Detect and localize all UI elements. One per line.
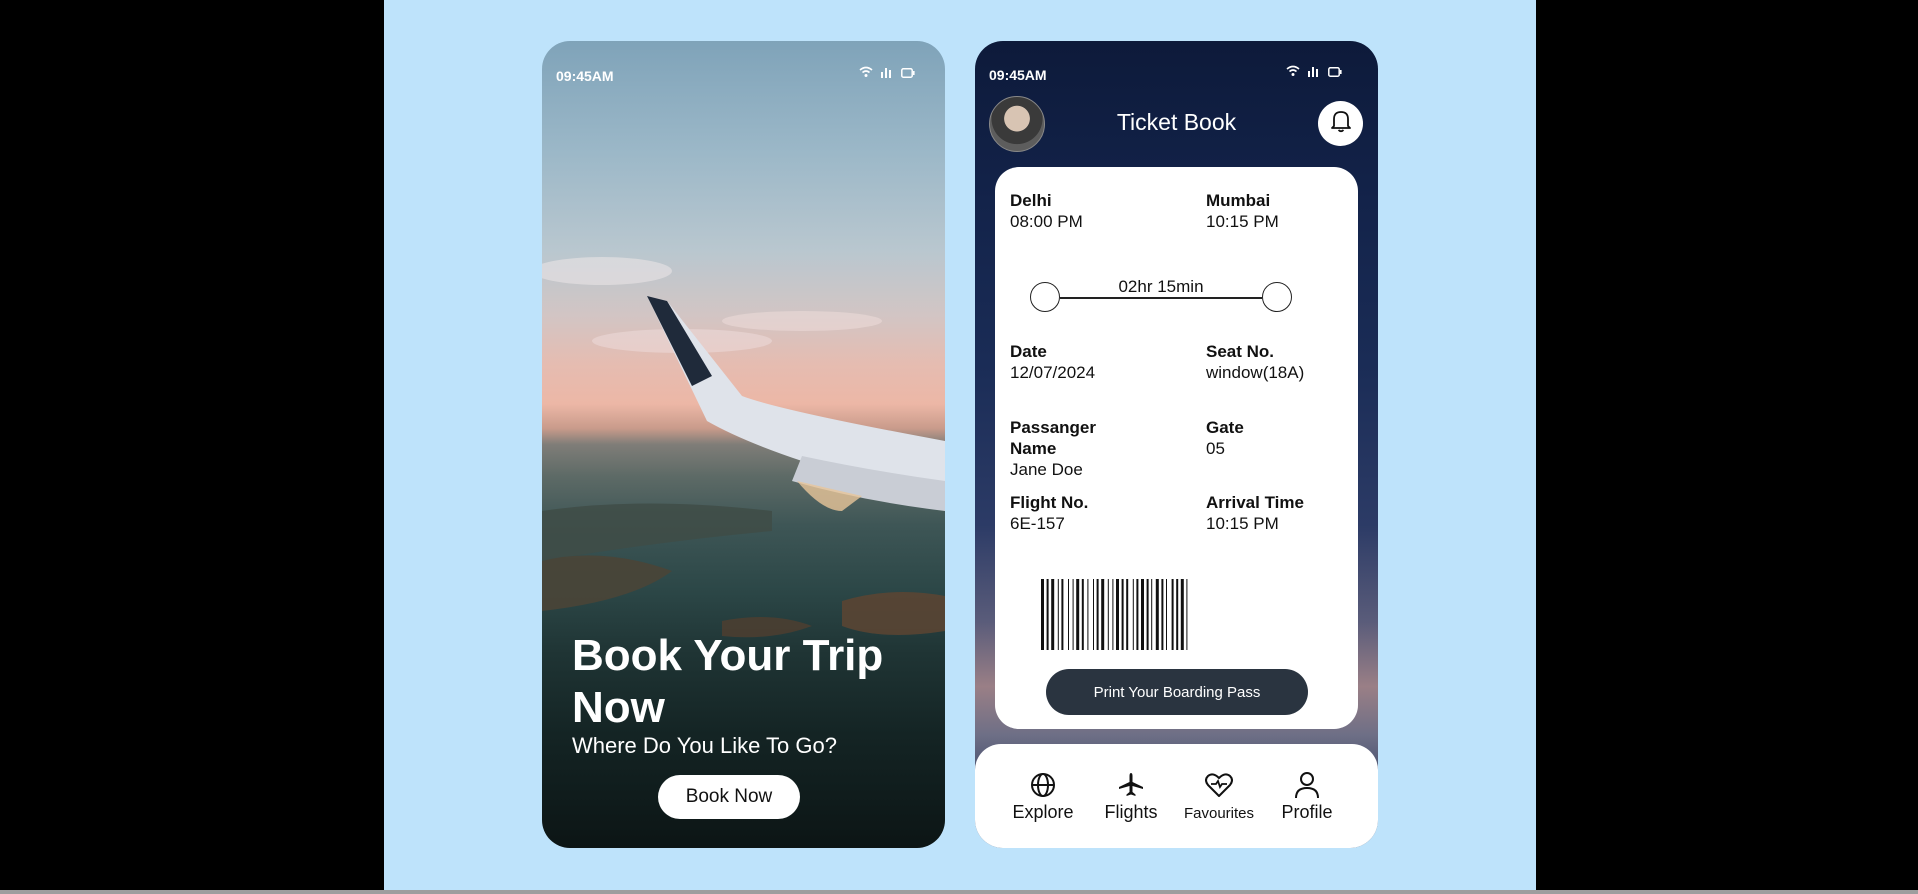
nav-explore-label: Explore: [1012, 802, 1074, 822]
barcode-bar: [1132, 579, 1134, 650]
user-icon: [1292, 770, 1322, 800]
seat-value: window(18A): [1206, 363, 1305, 382]
barcode-bar: [1081, 579, 1084, 650]
barcode-bar: [1121, 579, 1124, 650]
gate-label: Gate: [1206, 418, 1244, 437]
barcode-bar: [1155, 579, 1159, 650]
date-field: Date 12/07/2024: [1010, 341, 1095, 383]
gate-field: Gate 05: [1206, 417, 1244, 459]
hero-subtitle: Where Do You Like To Go?: [572, 733, 837, 758]
nav-profile[interactable]: Profile: [1267, 770, 1347, 823]
arrival-label: Arrival Time: [1206, 493, 1304, 512]
barcode-bar: [1176, 579, 1179, 650]
barcode-bar: [1126, 579, 1129, 650]
barcode-bar: [1186, 579, 1188, 650]
route-line: 02hr 15min: [1030, 277, 1292, 316]
gate-value: 05: [1206, 439, 1225, 458]
destination-time: 10:15 PM: [1206, 212, 1279, 231]
barcode-bar: [1096, 579, 1099, 650]
barcode-bar: [1072, 579, 1074, 650]
arrival-field: Arrival Time 10:15 PM: [1206, 492, 1304, 534]
date-value: 12/07/2024: [1010, 363, 1096, 382]
barcode-bar: [1141, 579, 1144, 650]
nav-explore[interactable]: Explore: [1003, 770, 1083, 823]
nav-flights-label: Flights: [1104, 802, 1158, 822]
flight-no-field: Flight No. 6E-157: [1010, 492, 1088, 534]
seat-label: Seat No.: [1206, 342, 1275, 361]
barcode-bar: [1051, 579, 1055, 650]
barcode-bar: [1161, 579, 1164, 650]
taskbar-edge: [0, 890, 1918, 894]
barcode-bar: [1107, 579, 1109, 650]
battery-icon: [1328, 64, 1342, 80]
battery-icon: [901, 65, 915, 81]
passenger-field: Passanger Name Jane Doe: [1010, 417, 1130, 480]
signal-icon: [881, 65, 893, 81]
barcode-bar: [1057, 579, 1059, 650]
seat-field: Seat No. window(18A): [1206, 341, 1304, 383]
barcode-bar: [1166, 579, 1167, 650]
origin-city: Delhi: [1010, 191, 1052, 210]
barcode-bar: [1087, 579, 1089, 650]
barcode-bar: [1136, 579, 1139, 650]
destination-city: Mumbai: [1206, 191, 1271, 210]
route-connector: [1060, 297, 1262, 299]
bottom-nav: Explore Flights Favourites Profile: [975, 744, 1378, 848]
barcode-bar: [1046, 579, 1049, 650]
passenger-label: Passanger Name: [1010, 418, 1096, 458]
arrival-value: 10:15 PM: [1206, 514, 1279, 533]
status-time: 09:45AM: [989, 67, 1047, 83]
barcode-bar: [1171, 579, 1174, 650]
barcode-bar: [1116, 579, 1119, 650]
barcode-bar: [1151, 579, 1153, 650]
barcode-bar: [1180, 579, 1184, 650]
notifications-button[interactable]: [1318, 101, 1363, 146]
wifi-icon: [1286, 64, 1300, 80]
barcode-bar: [1061, 579, 1064, 650]
flight-duration: 02hr 15min: [1118, 277, 1204, 296]
book-now-button[interactable]: Book Now: [658, 775, 800, 819]
status-bar: 09:45AM: [542, 41, 945, 101]
status-time: 09:45AM: [556, 68, 614, 84]
origin-field: Delhi 08:00 PM: [1010, 190, 1083, 232]
barcode-bar: [1041, 579, 1044, 650]
destination-field: Mumbai 10:15 PM: [1206, 190, 1279, 232]
barcode-bar: [1093, 579, 1094, 650]
wifi-icon: [859, 65, 873, 81]
nav-flights[interactable]: Flights: [1091, 770, 1171, 823]
globe-icon: [1028, 770, 1058, 800]
bell-icon: [1330, 109, 1352, 138]
barcode-bar: [1112, 579, 1114, 650]
status-bar: 09:45AM: [975, 41, 1378, 101]
barcode: [1041, 579, 1188, 650]
barcode-bar: [1076, 579, 1080, 650]
heart-icon: [1204, 770, 1234, 800]
barcode-bar: [1068, 579, 1069, 650]
signal-icon: [1308, 64, 1320, 80]
print-boarding-pass-button[interactable]: Print Your Boarding Pass: [1046, 669, 1308, 715]
hero-title: Book Your Trip Now: [572, 631, 884, 732]
boarding-pass-card: Delhi 08:00 PM Mumbai 10:15 PM 02hr 15mi…: [995, 167, 1358, 729]
stage-background: 09:45AM Book Your Trip Now Where Do You …: [384, 0, 1536, 894]
barcode-bar: [1101, 579, 1105, 650]
airplane-icon: [1116, 770, 1146, 800]
barcode-bar: [1146, 579, 1149, 650]
flight-no-label: Flight No.: [1010, 493, 1089, 512]
nav-profile-label: Profile: [1281, 802, 1333, 822]
date-label: Date: [1010, 342, 1047, 361]
nav-favourites[interactable]: Favourites: [1179, 770, 1259, 822]
ticket-screen: 09:45AM Ticket Book Delhi 08:00 PM Mumba…: [975, 41, 1378, 848]
flight-no-value: 6E-157: [1010, 514, 1065, 533]
welcome-screen: 09:45AM Book Your Trip Now Where Do You …: [542, 41, 945, 848]
passenger-value: Jane Doe: [1010, 460, 1083, 479]
nav-favourites-label: Favourites: [1183, 805, 1255, 822]
departure-time: 08:00 PM: [1010, 212, 1083, 231]
